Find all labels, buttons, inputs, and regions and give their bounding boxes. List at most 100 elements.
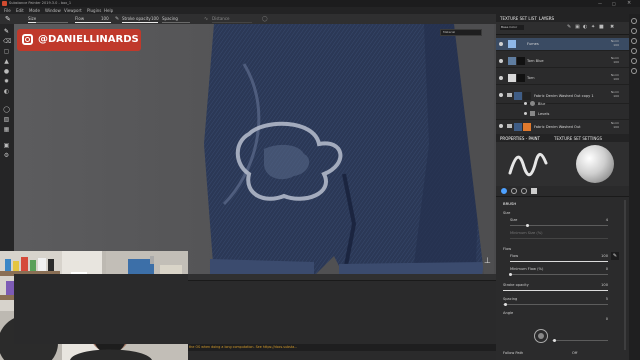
spacing-slider-knob[interactable]: [504, 303, 507, 306]
minimum-flow-slider[interactable]: [510, 274, 608, 275]
layer-blend[interactable]: Norm 100: [611, 90, 619, 98]
menu-plugins[interactable]: Plugins: [87, 8, 101, 13]
tab-layers[interactable]: LAYERS: [539, 16, 554, 21]
projection-tool-icon[interactable]: ▢: [3, 48, 10, 55]
symmetry-icon[interactable]: ◯: [262, 16, 268, 22]
toolbar-distance-slider[interactable]: [212, 22, 252, 23]
minimum-flow-knob[interactable]: [509, 273, 512, 276]
effect-row[interactable]: Blur: [496, 99, 629, 109]
layer-blend[interactable]: Norm 100: [611, 56, 619, 64]
angle-value[interactable]: 0: [596, 317, 608, 321]
channel-select[interactable]: Base Color: [500, 25, 524, 30]
effect-eye-icon[interactable]: [524, 112, 527, 115]
export-icon[interactable]: [631, 68, 637, 74]
flow-value[interactable]: 100: [596, 254, 608, 258]
effect-name: Blur: [538, 102, 546, 106]
clone-tool-icon[interactable]: ✹: [3, 78, 10, 85]
add-fill-layer-icon[interactable]: ▣: [575, 24, 580, 30]
grid-icon[interactable]: ▦: [3, 126, 10, 133]
pen-pressure-icon[interactable]: ✎: [115, 16, 119, 22]
stencil-category-icon[interactable]: [521, 188, 527, 194]
toolbar-spacing-slider[interactable]: [162, 22, 190, 23]
color-picker-icon[interactable]: ◐: [3, 88, 10, 95]
follow-path-value[interactable]: Off: [572, 351, 577, 355]
menu-window[interactable]: Window: [45, 8, 61, 13]
properties-tabs: PROPERTIES - PAINT TEXTURE SET SETTINGS: [496, 134, 629, 142]
3d-viewport[interactable]: Material ⊥: [14, 24, 496, 274]
menu-edit[interactable]: Edit: [16, 8, 24, 13]
add-mask-icon[interactable]: ◐: [583, 24, 587, 30]
angle-dial-center: [538, 333, 544, 339]
lazy-mouse-icon[interactable]: ∿: [204, 16, 208, 22]
delete-layer-icon[interactable]: ✖: [610, 24, 614, 30]
polygon-fill-icon[interactable]: ▲: [3, 58, 10, 65]
visibility-eye-icon[interactable]: [499, 59, 503, 63]
layer-blend[interactable]: Norm 100: [611, 39, 619, 47]
brush-category-icon[interactable]: [501, 188, 507, 194]
paint-tool-icon[interactable]: ✎: [3, 28, 10, 35]
spacing-slider[interactable]: [503, 304, 608, 305]
material-mode-select[interactable]: Material: [440, 29, 482, 36]
history-icon[interactable]: [631, 28, 637, 34]
alpha-category-icon[interactable]: [511, 188, 517, 194]
maximize-icon[interactable]: □: [612, 1, 616, 6]
effect-name: Levels: [538, 112, 550, 116]
minimize-icon[interactable]: —: [598, 1, 602, 6]
settings-icon[interactable]: ⚙: [3, 152, 10, 159]
size-value[interactable]: 4: [596, 218, 608, 222]
angle-slider[interactable]: [552, 340, 608, 341]
menu-help[interactable]: Help: [104, 8, 113, 13]
toolbar-stroke-opacity-value[interactable]: 100: [151, 16, 159, 21]
visibility-eye-icon[interactable]: [499, 124, 503, 128]
angle-slider-knob[interactable]: [553, 339, 556, 342]
spacing-value[interactable]: 5: [596, 297, 608, 301]
tab-texture-set-list[interactable]: TEXTURE SET LIST: [500, 16, 537, 21]
flow-pen-pressure-icon[interactable]: ✎: [611, 252, 619, 260]
layer-row[interactable]: Torn Norm 100: [496, 72, 629, 85]
menu-mode[interactable]: Mode: [29, 8, 40, 13]
layer-blend[interactable]: Norm 100: [611, 121, 619, 129]
social-handle-text: @DANIELLINARDS: [38, 34, 139, 45]
menu-viewport[interactable]: Viewport: [64, 8, 82, 13]
add-effect-icon[interactable]: ✦: [591, 24, 595, 30]
shader-settings-icon[interactable]: [631, 38, 637, 44]
flow-slider[interactable]: [510, 261, 608, 262]
minimum-flow-value[interactable]: 0: [596, 267, 608, 271]
add-folder-icon[interactable]: ■: [599, 24, 604, 30]
material-mode-label: Material: [443, 30, 456, 34]
visibility-eye-icon[interactable]: [499, 42, 503, 46]
effect-eye-icon[interactable]: [524, 102, 527, 105]
layer-row[interactable]: Fabric Denim Washed Out Norm 100: [496, 120, 629, 135]
visibility-eye-icon[interactable]: [499, 76, 503, 80]
stroke-opacity-slider[interactable]: [503, 290, 608, 291]
brush-icon[interactable]: ✎: [5, 15, 11, 23]
effect-row[interactable]: Levels: [496, 109, 629, 120]
close-icon[interactable]: ×: [627, 0, 631, 6]
minimum-size-slider[interactable]: [510, 238, 608, 239]
smudge-tool-icon[interactable]: ●: [3, 68, 10, 75]
material-category-icon[interactable]: [531, 188, 537, 194]
toolbar-distance-label: Distance: [212, 16, 230, 21]
size-slider[interactable]: [510, 225, 608, 226]
toolbar-flow-value[interactable]: 100: [101, 16, 109, 21]
app-icon: [2, 1, 7, 6]
layer-row[interactable]: Fumes Norm 100: [496, 38, 629, 51]
layer-icon[interactable]: ▧: [3, 116, 10, 123]
camera-icon[interactable]: ▣: [3, 142, 10, 149]
log-icon[interactable]: [631, 48, 637, 54]
bake-icon[interactable]: ◯: [3, 106, 10, 113]
tab-properties-paint[interactable]: PROPERTIES - PAINT: [500, 136, 540, 141]
display-settings-icon[interactable]: [631, 18, 637, 24]
tab-texture-set-settings[interactable]: TEXTURE SET SETTINGS: [554, 136, 602, 141]
menu-file[interactable]: File: [4, 8, 11, 13]
eraser-tool-icon[interactable]: ⌫: [3, 38, 11, 45]
properties-scrollbar[interactable]: [624, 200, 626, 350]
brush-material-sphere[interactable]: [576, 145, 614, 183]
size-slider-knob[interactable]: [526, 224, 529, 227]
add-paint-layer-icon[interactable]: ✎: [567, 24, 571, 30]
layer-row[interactable]: Torn Blue Norm 100: [496, 55, 629, 68]
visibility-eye-icon[interactable]: [499, 93, 503, 97]
layer-blend[interactable]: Norm 100: [611, 73, 619, 81]
stroke-opacity-value[interactable]: 100: [596, 283, 608, 287]
viewer-settings-icon[interactable]: [631, 58, 637, 64]
